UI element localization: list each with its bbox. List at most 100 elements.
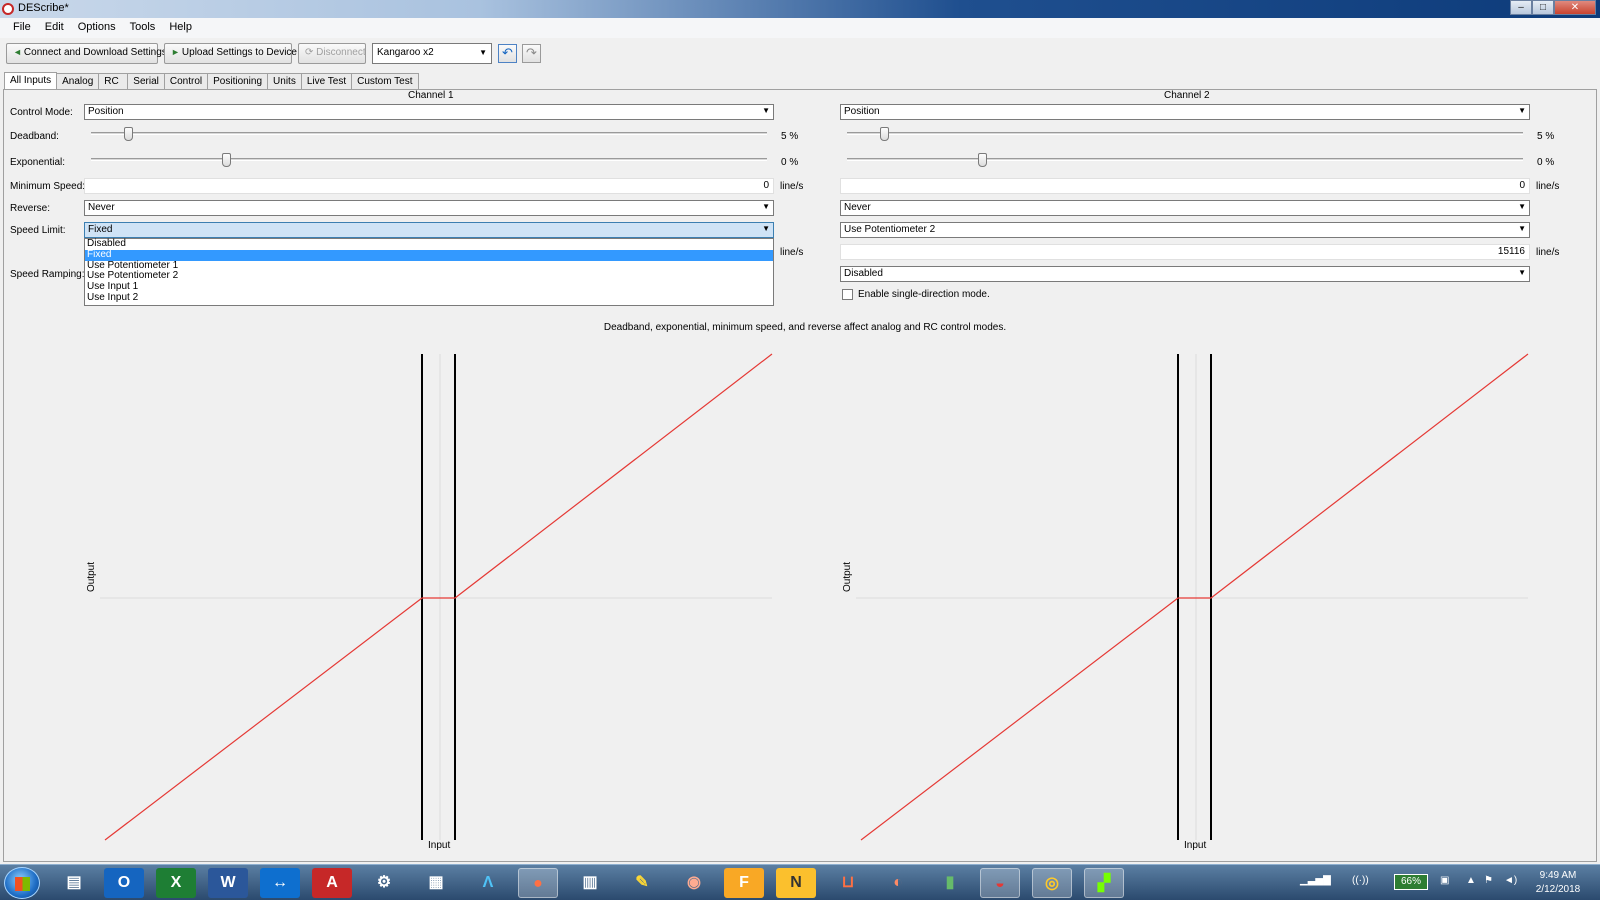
excel-icon[interactable]: X bbox=[156, 868, 196, 898]
menu-edit[interactable]: Edit bbox=[38, 18, 71, 38]
battery-indicator[interactable]: 66% bbox=[1394, 874, 1428, 890]
ch1-exponential-slider-thumb[interactable] bbox=[222, 153, 232, 167]
ch2-speed-limit-select[interactable]: Use Potentiometer 2 ▼ bbox=[840, 222, 1530, 238]
tab-serial[interactable]: Serial bbox=[127, 73, 165, 90]
menu-options[interactable]: Options bbox=[71, 18, 123, 38]
upload-settings-button[interactable]: ► Upload Settings to Device bbox=[164, 43, 297, 64]
dropdown-option-fixed[interactable]: Fixed bbox=[85, 249, 773, 261]
app-icon[interactable]: ✎ bbox=[622, 868, 662, 898]
teamviewer-icon[interactable]: ↔ bbox=[260, 868, 300, 898]
tab-units[interactable]: Units bbox=[267, 73, 302, 90]
ch2-exponential-slider-thumb[interactable] bbox=[978, 153, 988, 167]
ch1-reverse-value: Never bbox=[88, 202, 115, 213]
minimum-speed-label: Minimum Speed: bbox=[10, 181, 86, 192]
chevron-down-icon: ▼ bbox=[479, 48, 487, 57]
tab-strip: All Inputs Analog RC Serial Control Posi… bbox=[4, 72, 419, 90]
redo-icon[interactable]: ↷ bbox=[522, 44, 541, 63]
single-direction-checkbox[interactable] bbox=[842, 289, 853, 300]
clock-time: 9:49 AM bbox=[1539, 870, 1577, 881]
system-clock[interactable]: 9:49 AM 2/12/2018 bbox=[1520, 869, 1596, 897]
describe-icon[interactable]: ◒ bbox=[980, 868, 1020, 898]
deadband-label: Deadband: bbox=[10, 131, 59, 142]
connect-download-label: Connect and Download Settings bbox=[23, 47, 167, 58]
maximize-button[interactable]: □ bbox=[1532, 0, 1554, 15]
ch2-exponential-slider-track[interactable] bbox=[847, 158, 1523, 161]
speed-limit-label: Speed Limit: bbox=[10, 225, 66, 236]
arduino-icon[interactable]: Λ bbox=[468, 868, 508, 898]
menu-tools[interactable]: Tools bbox=[123, 18, 163, 38]
ch2-deadband-slider-thumb[interactable] bbox=[880, 127, 890, 141]
ch1-deadband-slider-track[interactable] bbox=[91, 132, 767, 135]
dropdown-option-potentiometer-2[interactable]: Use Potentiometer 2 bbox=[85, 271, 773, 282]
word-icon[interactable]: W bbox=[208, 868, 248, 898]
keyboard-icon[interactable]: ▥ bbox=[570, 868, 610, 898]
settings-icon[interactable]: ⚙ bbox=[364, 868, 404, 898]
ch1-exponential-slider-track[interactable] bbox=[91, 158, 767, 161]
tab-all-inputs[interactable]: All Inputs bbox=[4, 72, 58, 90]
ch2-speed-ramping-select[interactable]: Disabled ▼ bbox=[840, 266, 1530, 282]
calculator-icon[interactable]: ▦ bbox=[416, 868, 456, 898]
explorer-icon[interactable]: ▤ bbox=[54, 868, 94, 898]
close-button[interactable]: ✕ bbox=[1554, 0, 1596, 15]
foxit-icon[interactable]: F bbox=[724, 868, 764, 898]
menu-file[interactable]: File bbox=[6, 18, 38, 38]
ch2-minimum-speed-input[interactable]: 0 bbox=[840, 178, 1530, 194]
info-note: Deadband, exponential, minimum speed, an… bbox=[603, 322, 1007, 333]
app-icon[interactable]: ⊔ bbox=[828, 868, 868, 898]
undo-icon[interactable]: ↶ bbox=[498, 44, 517, 63]
dropdown-option-input-2[interactable]: Use Input 2 bbox=[85, 292, 773, 304]
app-icon[interactable]: N bbox=[776, 868, 816, 898]
disconnect-icon: ⟳ bbox=[305, 47, 314, 58]
acrobat-icon[interactable]: A bbox=[312, 868, 352, 898]
wireless-icon[interactable]: ((·)) bbox=[1352, 875, 1369, 886]
minimize-button[interactable]: – bbox=[1510, 0, 1532, 15]
speed-limit-dropdown-list: Disabled Fixed Use Potentiometer 1 Use P… bbox=[84, 238, 774, 306]
channel-2-response-graph bbox=[856, 353, 1529, 841]
ch2-speed-limit-input[interactable]: 15116 bbox=[840, 244, 1530, 260]
tab-rc[interactable]: RC bbox=[98, 73, 129, 90]
app-icon[interactable]: ▮ bbox=[930, 868, 970, 898]
action-center-flag-icon[interactable]: ⚑ bbox=[1484, 875, 1493, 886]
menu-help[interactable]: Help bbox=[162, 18, 199, 38]
taskbar: ▤ O X W ↔ A ⚙ ▦ Λ ● ▥ ✎ ◉ F N ⊔ ◐ ▮ ◒ ◎ … bbox=[0, 864, 1600, 900]
outlook-icon[interactable]: O bbox=[104, 868, 144, 898]
ch2-speed-limit-unit: line/s bbox=[1536, 247, 1560, 258]
ch1-minimum-speed-input[interactable]: 0 bbox=[84, 178, 774, 194]
app-logo-icon bbox=[2, 3, 14, 15]
app-icon[interactable]: ▞ bbox=[1084, 868, 1124, 898]
ch2-deadband-slider-track[interactable] bbox=[847, 132, 1523, 135]
ch1-deadband-slider-thumb[interactable] bbox=[124, 127, 134, 141]
tab-control[interactable]: Control bbox=[163, 73, 209, 90]
device-select[interactable]: Kangaroo x2 ▼ bbox=[372, 43, 492, 64]
chevron-down-icon: ▼ bbox=[1518, 268, 1526, 277]
ch2-reverse-value: Never bbox=[844, 202, 871, 213]
tab-analog[interactable]: Analog bbox=[56, 73, 100, 90]
signal-strength-icon[interactable]: ▁▃▅▇ bbox=[1300, 875, 1331, 886]
disconnect-button[interactable]: ⟳ Disconnect bbox=[298, 43, 366, 64]
connect-download-button[interactable]: ◄ Connect and Download Settings bbox=[6, 43, 167, 64]
tab-positioning[interactable]: Positioning bbox=[207, 73, 269, 90]
firefox-icon[interactable]: ● bbox=[518, 868, 558, 898]
ch1-reverse-select[interactable]: Never ▼ bbox=[84, 200, 774, 216]
tab-custom-test[interactable]: Custom Test bbox=[351, 73, 419, 90]
dropdown-option-input-1[interactable]: Use Input 1 bbox=[85, 281, 773, 293]
ch1-output-axis-label: Output bbox=[86, 561, 97, 592]
ch1-exponential-value: 0 % bbox=[781, 157, 799, 168]
app-icon[interactable]: ◉ bbox=[674, 868, 714, 898]
ch1-speed-limit-select[interactable]: Fixed ▼ bbox=[84, 222, 774, 238]
app-icon[interactable]: ◐ bbox=[878, 868, 918, 898]
show-hidden-icons-icon[interactable]: ▲ bbox=[1466, 875, 1476, 886]
ch2-exponential-value: 0 % bbox=[1537, 157, 1555, 168]
network-icon[interactable]: ▣ bbox=[1440, 875, 1449, 886]
ch2-control-mode-select[interactable]: Position ▼ bbox=[840, 104, 1530, 120]
start-button[interactable] bbox=[4, 867, 40, 899]
chrome-icon[interactable]: ◎ bbox=[1032, 868, 1072, 898]
tab-live-test[interactable]: Live Test bbox=[300, 73, 353, 90]
upload-settings-label: Upload Settings to Device bbox=[181, 47, 297, 58]
volume-icon[interactable]: ◄) bbox=[1504, 875, 1517, 886]
ch2-reverse-select[interactable]: Never ▼ bbox=[840, 200, 1530, 216]
ch2-minimum-speed-unit: line/s bbox=[1536, 181, 1560, 192]
dropdown-option-potentiometer-1[interactable]: Use Potentiometer 1 bbox=[85, 260, 773, 272]
ch1-control-mode-select[interactable]: Position ▼ bbox=[84, 104, 774, 120]
dropdown-option-disabled[interactable]: Disabled bbox=[85, 238, 773, 250]
